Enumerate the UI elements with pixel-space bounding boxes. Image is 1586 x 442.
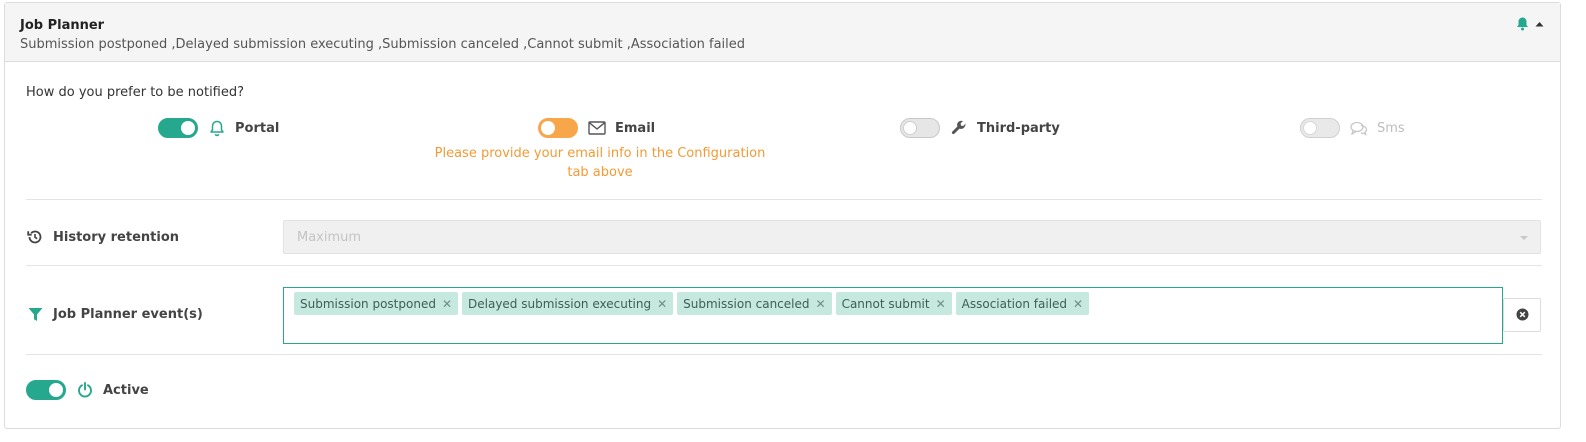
- remove-tag-icon[interactable]: ✕: [816, 297, 826, 311]
- email-label: Email: [615, 120, 656, 136]
- event-tag-label: Delayed submission executing: [468, 296, 652, 311]
- divider: [26, 265, 1542, 266]
- divider: [26, 199, 1542, 200]
- sms-label: Sms: [1377, 120, 1405, 136]
- panel-header[interactable]: Job Planner Submission postponed ,Delaye…: [5, 3, 1560, 62]
- channel-email: Email: [538, 116, 655, 140]
- clear-circle-icon: [1516, 306, 1529, 325]
- events-tag-input[interactable]: Submission postponed ✕ Delayed submission…: [283, 287, 1503, 344]
- active-toggle[interactable]: [26, 380, 66, 400]
- history-icon: [26, 228, 44, 246]
- event-tag-label: Submission canceled: [683, 296, 810, 311]
- event-tag-label: Submission postponed: [300, 296, 436, 311]
- divider: [26, 354, 1542, 355]
- active-row: Active: [26, 380, 149, 400]
- history-retention-value: Maximum: [297, 230, 362, 245]
- channel-portal: Portal: [158, 116, 279, 140]
- panel-title: Job Planner: [20, 18, 105, 33]
- bell-icon[interactable]: [1516, 17, 1529, 31]
- event-tag-label: Association failed: [961, 296, 1068, 311]
- caret-up-icon[interactable]: [1535, 21, 1544, 27]
- event-tag: Association failed ✕: [955, 292, 1090, 315]
- header-tools: [1516, 17, 1544, 31]
- email-toggle[interactable]: [538, 118, 578, 138]
- envelope-icon: [588, 119, 606, 137]
- history-retention-label: History retention: [53, 229, 180, 245]
- remove-tag-icon[interactable]: ✕: [657, 297, 667, 311]
- bell-outline-icon: [208, 119, 226, 137]
- portal-toggle[interactable]: [158, 118, 198, 138]
- sms-toggle[interactable]: [1300, 118, 1340, 138]
- clear-events-button[interactable]: [1503, 298, 1541, 332]
- notify-question: How do you prefer to be notified?: [26, 85, 245, 100]
- filter-icon: [26, 305, 44, 323]
- wrench-icon: [950, 119, 968, 137]
- third-party-toggle[interactable]: [900, 118, 940, 138]
- channel-sms: Sms: [1300, 116, 1405, 140]
- portal-label: Portal: [235, 120, 280, 136]
- panel-subtitle: Submission postponed ,Delayed submission…: [20, 37, 746, 52]
- event-tag: Submission postponed ✕: [294, 292, 459, 315]
- notification-panel: Job Planner Submission postponed ,Delaye…: [4, 2, 1561, 429]
- third-party-label: Third-party: [977, 120, 1060, 136]
- chat-icon: [1350, 119, 1368, 137]
- channel-third-party: Third-party: [900, 116, 1060, 140]
- remove-tag-icon[interactable]: ✕: [936, 297, 946, 311]
- events-label: Job Planner event(s): [53, 306, 203, 322]
- remove-tag-icon[interactable]: ✕: [1073, 297, 1083, 311]
- chevron-down-icon: [1520, 236, 1528, 240]
- remove-tag-icon[interactable]: ✕: [442, 297, 452, 311]
- active-label: Active: [103, 382, 149, 398]
- events-tag-list: Submission postponed ✕ Delayed submission…: [294, 292, 1090, 315]
- power-icon: [76, 381, 94, 399]
- event-tag-label: Cannot submit: [841, 296, 930, 311]
- email-warning-text: Please provide your email info in the Co…: [434, 146, 766, 180]
- event-tag: Cannot submit ✕: [835, 292, 952, 315]
- history-retention-row: History retention: [26, 228, 179, 246]
- event-tag: Submission canceled ✕: [677, 292, 832, 315]
- events-row: Job Planner event(s): [26, 305, 203, 323]
- event-tag: Delayed submission executing ✕: [462, 292, 674, 315]
- history-retention-select[interactable]: Maximum: [283, 220, 1541, 254]
